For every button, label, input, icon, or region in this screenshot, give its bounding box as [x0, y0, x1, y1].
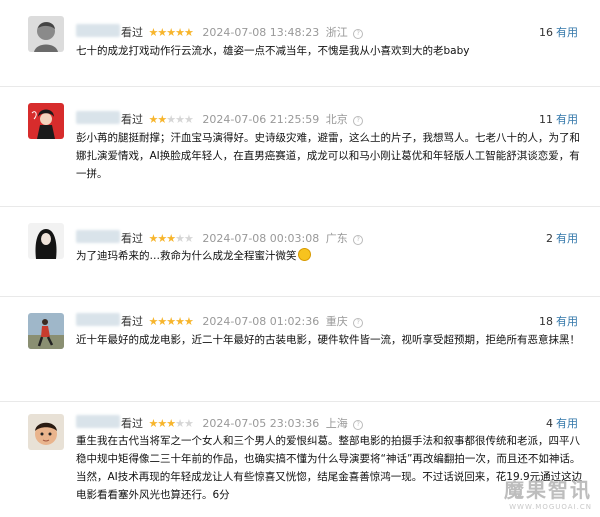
watermark: 魔果智讯 WWW.MOGUOAI.CN [504, 474, 592, 511]
useful-count: 16 [539, 26, 553, 39]
star-filled-icon: ★ [166, 315, 176, 328]
review-date: 2024-07-05 23:03:36 [202, 417, 320, 430]
rating-stars: ★★★★★ [149, 417, 194, 430]
review-meta: 看过 ★★★★★ 2024-07-08 00:03:08 广东 ? [121, 230, 364, 246]
review-content: 七十的成龙打戏动作行云流水，雄姿一点不减当年，不愧是我从小喜欢到大的老baby [76, 45, 470, 57]
username-blurred[interactable] [76, 111, 120, 124]
username-blurred[interactable] [76, 313, 120, 326]
review-item: 看过 ★★★★★ 2024-07-08 13:48:23 浙江 ? 16 有用 七… [0, 0, 600, 87]
star-filled-icon: ★ [157, 113, 167, 126]
star-filled-icon: ★ [184, 315, 194, 328]
username-blurred[interactable] [76, 415, 120, 428]
username-blurred[interactable] [76, 24, 120, 37]
star-empty-icon: ★ [175, 232, 185, 245]
watermark-text: 魔果智讯 [504, 478, 592, 502]
info-icon[interactable]: ? [353, 116, 364, 126]
review-content: 彭小苒的腿挺耐撑；汗血宝马演得好。史诗级灾难，避雷，这么土的片子，我想骂人。七老… [76, 132, 580, 180]
star-filled-icon: ★ [157, 417, 167, 430]
review-content: 为了迪玛希来的…救命为什么成龙全程蜜汁微笑 [76, 247, 586, 265]
avatar[interactable] [28, 223, 64, 259]
useful-button[interactable]: 有用 [556, 315, 578, 328]
review-location: 北京 [325, 113, 348, 126]
useful-button[interactable]: 有用 [556, 232, 578, 245]
review-location: 浙江 [325, 26, 348, 39]
avatar[interactable] [28, 16, 64, 52]
useful-count: 11 [539, 113, 553, 126]
rating-stars: ★★★★★ [149, 113, 194, 126]
info-icon[interactable]: ? [353, 29, 364, 39]
star-empty-icon: ★ [175, 417, 185, 430]
useful-button[interactable]: 有用 [556, 26, 578, 39]
useful-vote: 11 有用 [539, 111, 578, 127]
avatar[interactable] [28, 103, 64, 139]
info-icon[interactable]: ? [353, 420, 364, 430]
star-filled-icon: ★ [166, 417, 176, 430]
star-filled-icon: ★ [175, 26, 185, 39]
star-filled-icon: ★ [157, 315, 167, 328]
review-date: 2024-07-08 01:02:36 [202, 315, 320, 328]
star-empty-icon: ★ [184, 113, 194, 126]
star-empty-icon: ★ [184, 417, 194, 430]
smile-emoji-icon [297, 248, 311, 261]
review-meta: 看过 ★★★★★ 2024-07-05 23:03:36 上海 ? [121, 415, 364, 431]
watched-label: 看过 [121, 113, 143, 126]
info-icon[interactable]: ? [353, 235, 364, 245]
review-location: 重庆 [325, 315, 348, 328]
rating-stars: ★★★★★ [149, 315, 194, 328]
review-date: 2024-07-08 13:48:23 [202, 26, 320, 39]
review-location: 上海 [325, 417, 348, 430]
review-meta: 看过 ★★★★★ 2024-07-08 01:02:36 重庆 ? [121, 313, 364, 329]
watched-label: 看过 [121, 232, 143, 245]
avatar[interactable] [28, 313, 64, 349]
star-filled-icon: ★ [157, 26, 167, 39]
review-meta: 看过 ★★★★★ 2024-07-06 21:25:59 北京 ? [121, 111, 364, 127]
useful-vote: 18 有用 [539, 313, 578, 329]
watched-label: 看过 [121, 417, 143, 430]
star-empty-icon: ★ [175, 113, 185, 126]
useful-vote: 16 有用 [539, 24, 578, 40]
star-empty-icon: ★ [184, 232, 194, 245]
star-empty-icon: ★ [166, 113, 176, 126]
review-location: 广东 [325, 232, 348, 245]
watermark-url: WWW.MOGUOAI.CN [509, 503, 592, 511]
review-item: 看过 ★★★★★ 2024-07-06 21:25:59 北京 ? 11 有用 彭… [0, 87, 600, 207]
star-filled-icon: ★ [184, 26, 194, 39]
rating-stars: ★★★★★ [149, 232, 194, 245]
useful-button[interactable]: 有用 [556, 113, 578, 126]
watched-label: 看过 [121, 315, 143, 328]
useful-count: 18 [539, 315, 553, 328]
star-filled-icon: ★ [157, 232, 167, 245]
avatar[interactable] [28, 414, 64, 450]
info-icon[interactable]: ? [353, 318, 364, 328]
review-date: 2024-07-08 00:03:08 [202, 232, 320, 245]
useful-count: 4 [546, 417, 553, 430]
useful-vote: 4 有用 [546, 415, 578, 431]
star-filled-icon: ★ [166, 26, 176, 39]
star-filled-icon: ★ [166, 232, 176, 245]
star-filled-icon: ★ [175, 315, 185, 328]
review-meta: 看过 ★★★★★ 2024-07-08 13:48:23 浙江 ? [121, 24, 364, 40]
useful-count: 2 [546, 232, 553, 245]
username-blurred[interactable] [76, 230, 120, 243]
useful-vote: 2 有用 [546, 230, 578, 246]
useful-button[interactable]: 有用 [556, 417, 578, 430]
watched-label: 看过 [121, 26, 143, 39]
review-item: 看过 ★★★★★ 2024-07-08 01:02:36 重庆 ? 18 有用 近… [0, 297, 600, 402]
review-date: 2024-07-06 21:25:59 [202, 113, 320, 126]
review-item: 看过 ★★★★★ 2024-07-08 00:03:08 广东 ? 2 有用 为了… [0, 207, 600, 297]
rating-stars: ★★★★★ [149, 26, 194, 39]
review-text: 为了迪玛希来的…救命为什么成龙全程蜜汁微笑 [76, 250, 297, 262]
review-content: 近十年最好的成龙电影，近二十年最好的古装电影，硬件软件皆一流，视听享受超预期，拒… [76, 334, 580, 346]
